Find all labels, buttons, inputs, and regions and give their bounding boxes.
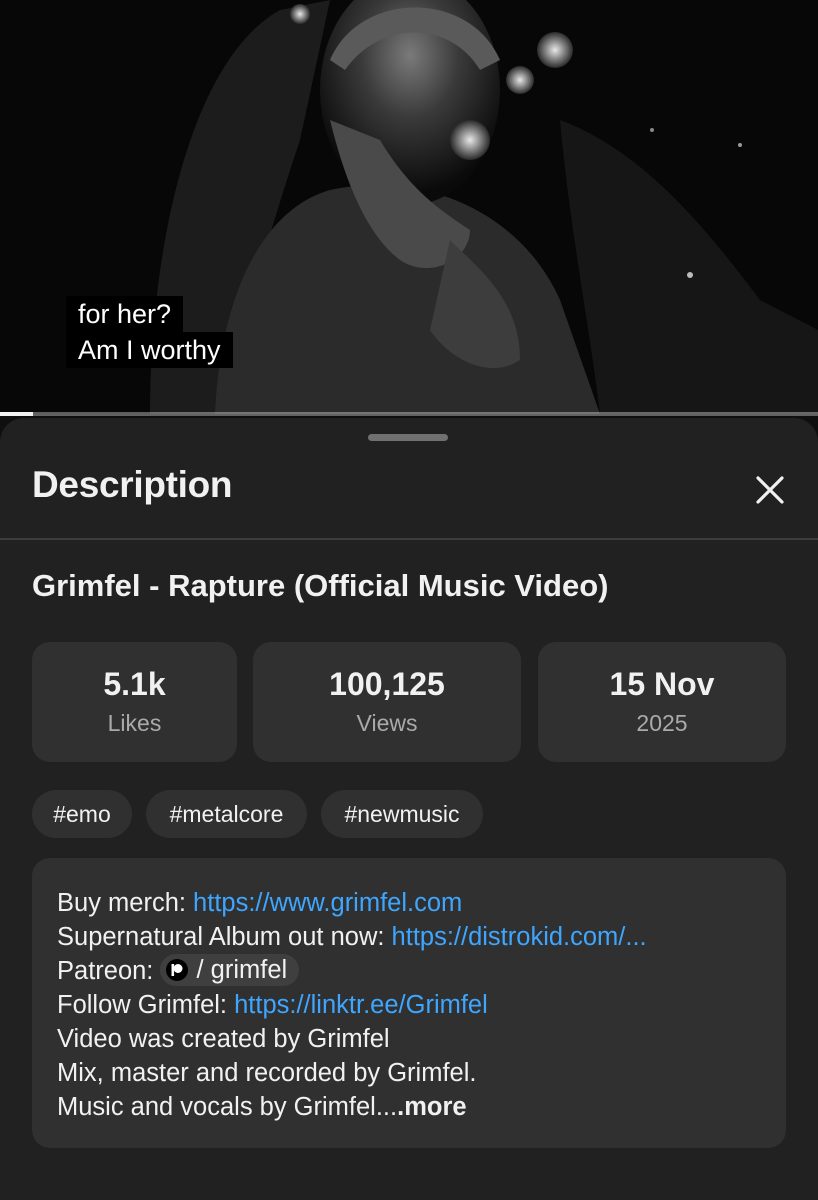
- merch-line: Buy merch: https://www.grimfel.com: [57, 886, 647, 920]
- drag-handle[interactable]: [368, 434, 448, 441]
- close-icon: [756, 476, 784, 504]
- description-box[interactable]: Buy merch: https://www.grimfel.com Super…: [32, 858, 786, 1148]
- publish-year: 2025: [636, 710, 688, 736]
- views-count: 100,125: [329, 666, 445, 702]
- views-stat: 100,125 Views: [253, 642, 521, 762]
- credits-line-video: Video was created by Grimfel: [57, 1025, 390, 1053]
- hashtag-metalcore[interactable]: #metalcore: [146, 790, 307, 838]
- hashtag-newmusic[interactable]: #newmusic: [321, 790, 483, 838]
- follow-line: Follow Grimfel: https://linktr.ee/Grimfe…: [57, 988, 647, 1022]
- video-progress-bar[interactable]: [0, 412, 818, 416]
- progress-fill: [0, 412, 33, 416]
- follow-label: Follow Grimfel:: [57, 991, 235, 1019]
- date-stat: 15 Nov 2025: [538, 642, 786, 762]
- header-divider: [0, 538, 818, 540]
- video-captions: for her? Am I worthy: [66, 296, 233, 368]
- more-button[interactable]: .more: [397, 1093, 466, 1121]
- credits-line-music: Music and vocals by Grimfel....more: [57, 1090, 647, 1124]
- album-link[interactable]: https://distrokid.com/...: [392, 923, 647, 951]
- description-sheet: Description Grimfel - Rapture (Official …: [0, 418, 818, 1200]
- credits-music-text: Music and vocals by Grimfel...: [57, 1093, 398, 1121]
- album-label: Supernatural Album out now:: [57, 923, 392, 951]
- likes-count: 5.1k: [103, 666, 166, 702]
- patreon-line: Patreon: / grimfel: [57, 954, 647, 988]
- video-player[interactable]: for her? Am I worthy: [0, 0, 818, 414]
- hashtag-emo[interactable]: #emo: [32, 790, 132, 838]
- merch-label: Buy merch:: [57, 889, 194, 917]
- patreon-handle: / grimfel: [196, 956, 288, 985]
- album-line: Supernatural Album out now: https://dist…: [57, 920, 647, 954]
- merch-link[interactable]: https://www.grimfel.com: [193, 889, 462, 917]
- close-button[interactable]: [744, 468, 796, 512]
- caption-line-1: for her?: [66, 296, 184, 332]
- likes-label: Likes: [107, 710, 162, 736]
- video-title: Grimfel - Rapture (Official Music Video): [32, 568, 609, 603]
- caption-line-2: Am I worthy: [66, 332, 233, 368]
- patreon-label: Patreon:: [57, 957, 161, 985]
- description-text: Buy merch: https://www.grimfel.com Super…: [57, 886, 647, 1124]
- patreon-chip[interactable]: / grimfel: [160, 954, 300, 987]
- credits-line-mix: Mix, master and recorded by Grimfel.: [57, 1059, 477, 1087]
- patreon-icon: [166, 959, 189, 982]
- views-label: Views: [356, 710, 418, 736]
- publish-date: 15 Nov: [609, 666, 715, 702]
- likes-stat: 5.1k Likes: [32, 642, 237, 762]
- sheet-title: Description: [32, 464, 233, 505]
- linktree-link[interactable]: https://linktr.ee/Grimfel: [234, 991, 488, 1019]
